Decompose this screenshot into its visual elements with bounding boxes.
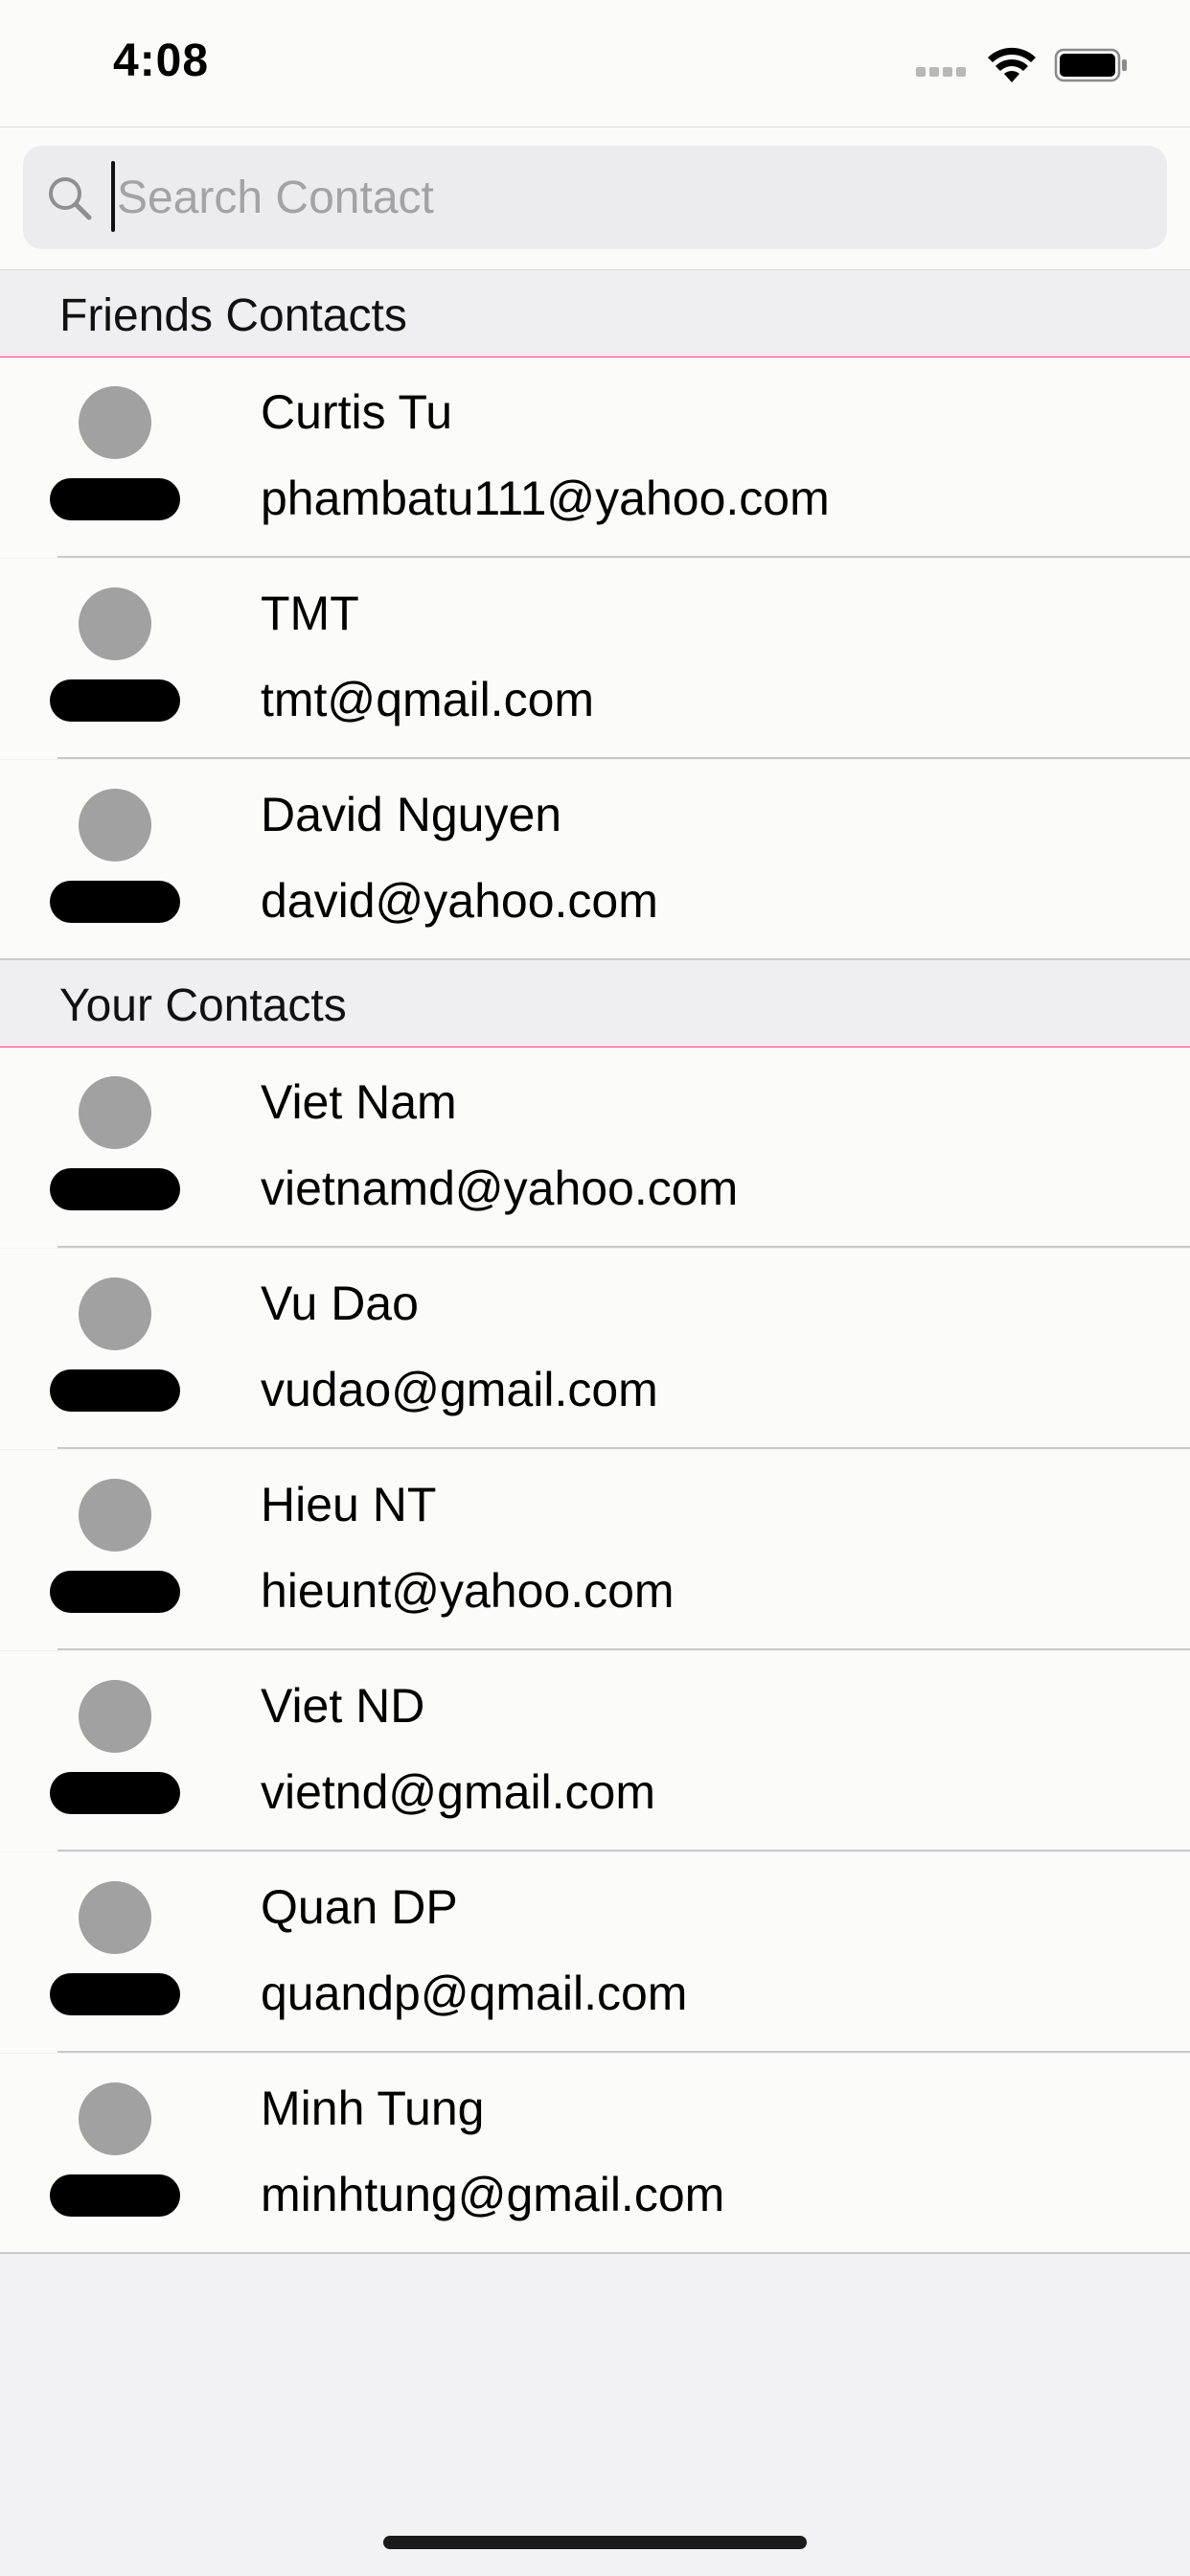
avatar-head-icon (79, 2082, 151, 2155)
contact-email: vietnd@gmail.com (261, 1765, 656, 1819)
contact-email: vietnamd@yahoo.com (261, 1162, 739, 1215)
section-header-friends: Friends Contacts (0, 270, 1190, 358)
contact-row[interactable]: Hieu NT hieunt@yahoo.com (0, 1450, 1190, 1650)
avatar-body-icon (50, 1168, 180, 1210)
section-title: Your Contacts (59, 980, 347, 1031)
avatar-body-icon (50, 1369, 180, 1412)
contact-email: david@yahoo.com (261, 874, 658, 928)
contact-name: Viet Nam (261, 1075, 457, 1129)
contact-row[interactable]: Curtis Tu phambatu111@yahoo.com (0, 357, 1190, 558)
avatar-head-icon (79, 587, 151, 660)
contact-name: Curtis Tu (261, 385, 453, 439)
contact-name: Minh Tung (261, 2082, 485, 2135)
avatar-body-icon (50, 1571, 180, 1613)
section-header-your-contacts: Your Contacts (0, 960, 1190, 1048)
avatar-head-icon (79, 789, 151, 862)
avatar-body-icon (50, 679, 180, 722)
avatar-body-icon (50, 1772, 180, 1814)
contact-name: Quan DP (261, 1880, 458, 1934)
contact-row[interactable]: Viet Nam vietnamd@yahoo.com (0, 1047, 1190, 1248)
contact-email: vudao@gmail.com (261, 1363, 658, 1416)
avatar-body-icon (50, 478, 180, 520)
search-field[interactable] (23, 146, 1167, 249)
contact-row[interactable]: Quan DP quandp@qmail.com (0, 1852, 1190, 2053)
contact-row[interactable]: TMT tmt@qmail.com (0, 559, 1190, 759)
battery-icon (1054, 48, 1127, 82)
contact-row[interactable]: Minh Tung minhtung@gmail.com (0, 2054, 1190, 2254)
contact-row[interactable]: Viet ND vietnd@gmail.com (0, 1651, 1190, 1852)
avatar-body-icon (50, 2174, 180, 2217)
contact-email: tmt@qmail.com (261, 673, 595, 726)
contact-email: phambatu111@yahoo.com (261, 472, 830, 525)
contact-email: hieunt@yahoo.com (261, 1564, 675, 1618)
contact-name: Vu Dao (261, 1276, 419, 1330)
contact-name: Viet ND (261, 1679, 425, 1733)
avatar-body-icon (50, 1973, 180, 2015)
avatar-head-icon (79, 1479, 151, 1552)
search-input[interactable] (111, 146, 1146, 249)
avatar-head-icon (79, 1881, 151, 1954)
home-indicator[interactable] (383, 2536, 807, 2549)
status-time: 4:08 (113, 35, 210, 86)
section-title: Friends Contacts (59, 290, 407, 341)
contact-name: TMT (261, 586, 359, 640)
contact-name: David Nguyen (261, 788, 562, 841)
avatar-body-icon (50, 881, 180, 923)
avatar-head-icon (79, 386, 151, 459)
search-bar (0, 127, 1190, 270)
search-icon (49, 177, 92, 220)
avatar-head-icon (79, 1277, 151, 1350)
avatar-head-icon (79, 1680, 151, 1753)
cellular-signal-icon (916, 67, 966, 77)
contact-email: quandp@qmail.com (261, 1966, 688, 2020)
contact-name: Hieu NT (261, 1478, 437, 1531)
status-bar: 4:08 (0, 0, 1190, 127)
contact-row[interactable]: Vu Dao vudao@gmail.com (0, 1249, 1190, 1449)
contact-row[interactable]: David Nguyen david@yahoo.com (0, 760, 1190, 960)
wifi-icon (988, 47, 1036, 82)
avatar-head-icon (79, 1076, 151, 1149)
contact-email: minhtung@gmail.com (261, 2168, 725, 2221)
